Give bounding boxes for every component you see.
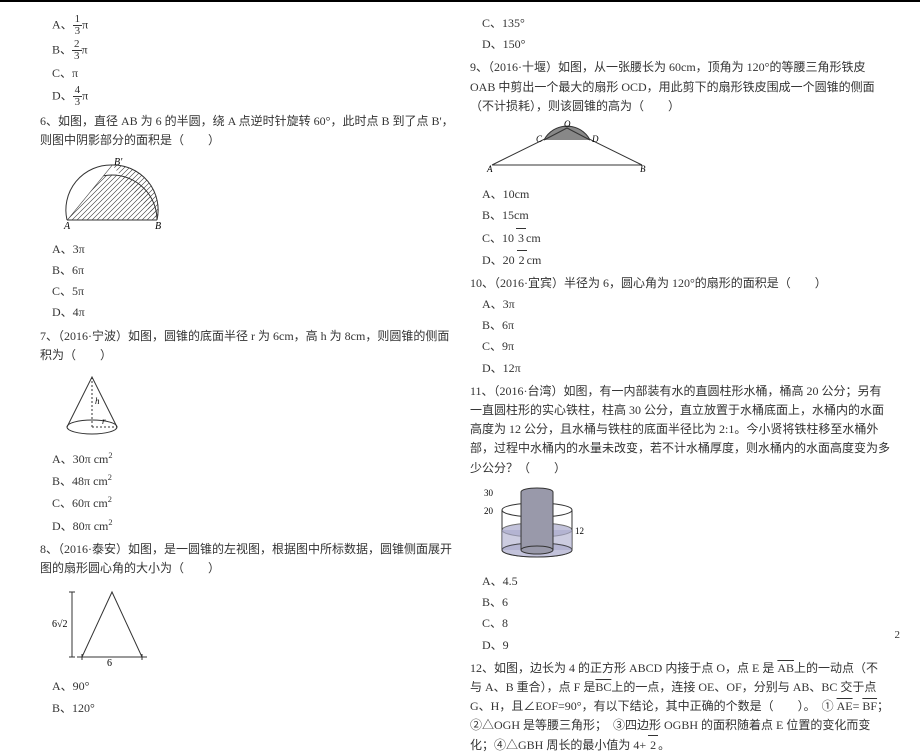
q8-option-c: C、135° [482,14,890,33]
q10-option-b: B、6π [482,316,890,335]
q10-option-c: C、9π [482,337,890,356]
q10-stem: 10、（2016·宜宾）半径为 6，圆心角为 120°的扇形的面积是（ ） [470,274,890,293]
svg-text:6√2: 6√2 [52,619,68,630]
q9-option-d: D、202cm [482,250,890,270]
q9-stem: 9、（2016·十堰）如图，从一张腰长为 60cm，顶角为 120°的等腰三角形… [470,58,890,116]
svg-text:20: 20 [484,506,494,516]
q11-option-a: A、4.5 [482,572,890,591]
svg-text:30: 30 [484,488,494,498]
q11-stem: 11、（2016·台湾）如图，有一内部装有水的直圆柱形水桶，桶高 20 公分；另… [470,382,890,478]
q6-option-a: A、3π [52,240,460,259]
q5-option-d: D、43π [52,85,460,108]
svg-text:A: A [486,164,493,174]
q8-option-b: B、120° [52,699,460,718]
svg-text:6: 6 [107,658,112,667]
left-column: A、13π B、23π C、π D、43π 6、如图，直径 AB 为 6 的半圆… [40,12,460,718]
svg-text:r: r [102,416,106,426]
svg-text:A: A [63,221,71,230]
svg-text:C: C [536,134,543,144]
q8-stem: 8、（2016·泰安）如图，是一圆锥的左视图，根据图中所标数据，圆锥侧面展开图的… [40,540,460,578]
q6-option-d: D、4π [52,303,460,322]
q11-option-d: D、9 [482,636,890,655]
svg-text:12: 12 [575,526,584,536]
q7-option-a: A、30π cm2 [52,449,460,469]
q6-option-b: B、6π [52,261,460,280]
svg-text:D: D [591,134,599,144]
q11-option-b: B、6 [482,593,890,612]
right-column: C、135° D、150° 9、（2016·十堰）如图，从一张腰长为 60cm，… [470,12,890,756]
q5-option-c: C、π [52,64,460,83]
svg-text:B: B [155,221,161,230]
q7-option-d: D、80π cm2 [52,516,460,536]
svg-text:h: h [95,396,100,406]
q11-figure: 30 20 12 [482,482,890,568]
q11-option-c: C、8 [482,614,890,633]
q10-option-d: D、12π [482,359,890,378]
q7-option-c: C、60π cm2 [52,493,460,513]
q9-option-a: A、10cm [482,185,890,204]
q7-stem: 7、（2016·宁波）如图，圆锥的底面半径 r 为 6cm，高 h 为 8cm，… [40,327,460,365]
q9-option-b: B、15cm [482,206,890,225]
q9-figure: O A B C D [482,120,890,181]
q8-option-d: D、150° [482,35,890,54]
q6-stem: 6、如图，直径 AB 为 6 的半圆，绕 A 点逆时针旋转 60°，此时点 B … [40,112,460,150]
q10-option-a: A、3π [482,295,890,314]
q7-option-b: B、48π cm2 [52,471,460,491]
q5-option-b: B、23π [52,39,460,62]
svg-text:B': B' [114,157,123,168]
svg-text:B: B [640,164,646,174]
q6-figure: A B B' [52,155,460,236]
q7-figure: h r [52,369,460,445]
q8-figure: 6√2 6 [52,582,460,673]
q5-option-a: A、13π [52,14,460,37]
q9-option-c: C、103cm [482,228,890,248]
page-number: 2 [895,627,901,645]
q12-stem: 12、如图，边长为 4 的正方形 ABCD 内接于点 O，点 E 是 AB上的一… [470,659,890,756]
svg-text:O: O [564,120,571,129]
page: A、13π B、23π C、π D、43π 6、如图，直径 AB 为 6 的半圆… [0,0,920,651]
q6-option-c: C、5π [52,282,460,301]
q8-option-a: A、90° [52,677,460,696]
